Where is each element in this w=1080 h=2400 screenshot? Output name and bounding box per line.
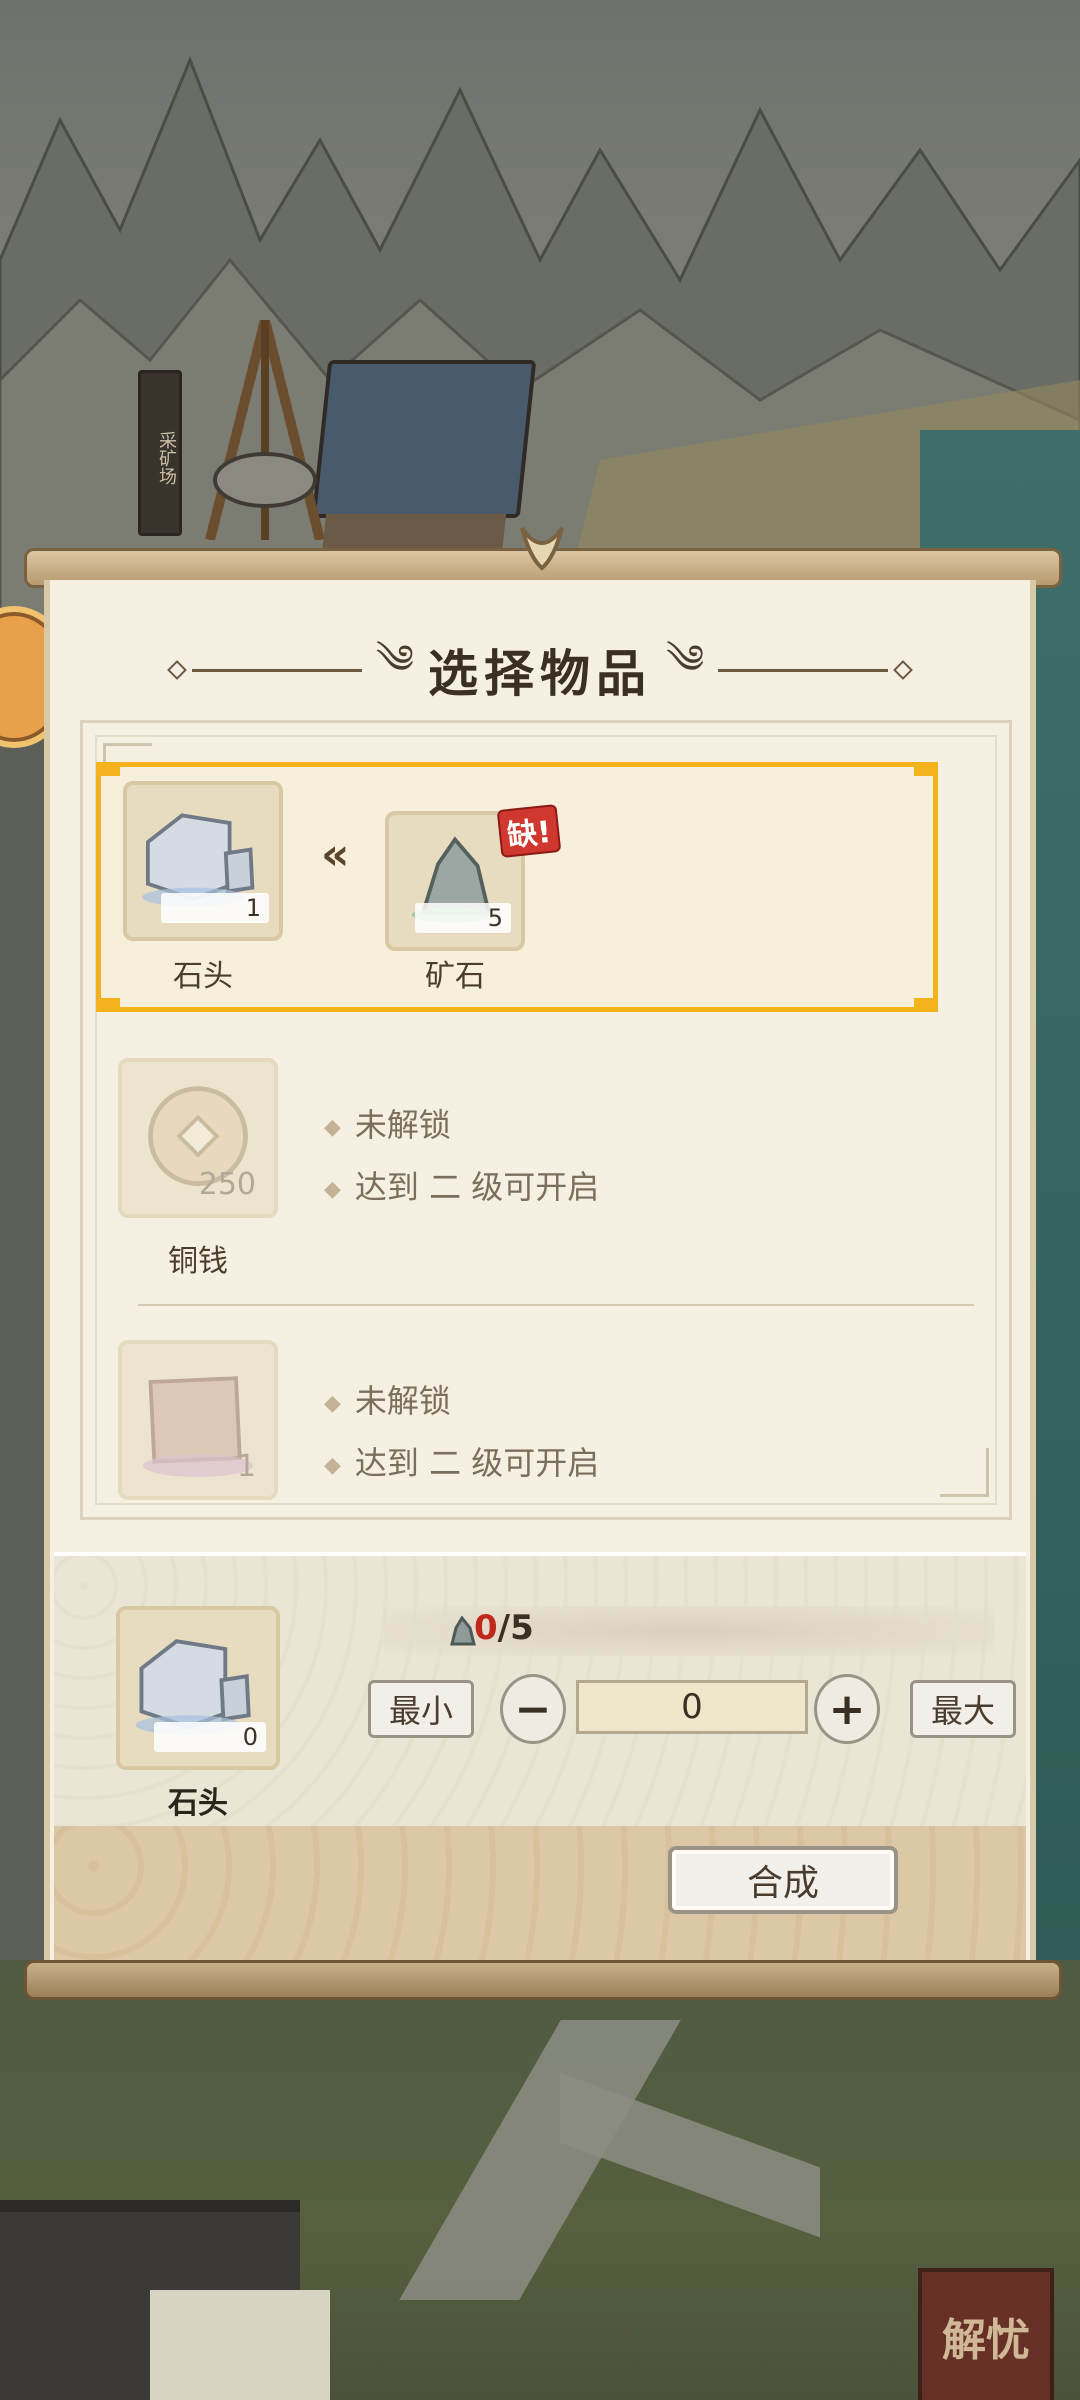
item-count: 0 xyxy=(154,1722,266,1752)
ornament-dot xyxy=(166,660,187,680)
item-count: 1 xyxy=(236,1449,256,1484)
locked-status: ◆ 未解锁 xyxy=(324,1376,451,1422)
unlock-requirement: ◆ 达到 二 级可开启 xyxy=(324,1162,599,1208)
mine-tripod[interactable] xyxy=(200,320,330,540)
seal-stamp-icon[interactable]: 解忧 xyxy=(918,2268,1054,2400)
plus-button[interactable]: + xyxy=(814,1674,880,1744)
selection-corner xyxy=(914,998,938,1012)
unlock-requirement-text: 达到 二 级可开启 xyxy=(354,1168,600,1206)
action-bar: 合成 xyxy=(54,1826,1026,1960)
locked-status-text: 未解锁 xyxy=(354,1106,451,1144)
item-slot-copper-coin: 250 xyxy=(118,1058,278,1218)
locked-status: ◆ 未解锁 xyxy=(324,1100,451,1146)
item-name: 矿石 xyxy=(425,959,485,994)
village-building-wall xyxy=(150,2290,330,2400)
selected-item-name: 石头 xyxy=(168,1786,228,1821)
item-name: 石头 xyxy=(173,959,233,994)
minus-button[interactable]: − xyxy=(500,1674,566,1744)
selected-item-slot: 0 xyxy=(116,1606,280,1770)
select-item-dialog: ༄ 选择物品 ༄ 1 石头 « 5 缺! 矿石 250 铜钱 ◆ 未解锁 ◆ 达… xyxy=(44,580,1036,1966)
ornament-dot xyxy=(893,660,914,680)
compose-button[interactable]: 合成 xyxy=(668,1846,898,1914)
dialog-title: 选择物品 xyxy=(428,645,652,703)
recipe-row-copper-coin[interactable]: 250 铜钱 ◆ 未解锁 ◆ 达到 二 级可开启 xyxy=(106,1058,948,1288)
item-count: 5 xyxy=(415,903,511,933)
lack-badge: 缺! xyxy=(496,804,562,858)
locked-status-text: 未解锁 xyxy=(354,1382,451,1420)
material-have: 0 xyxy=(474,1608,498,1648)
cloud-ornament-icon: ༄ xyxy=(666,636,705,683)
dialog-header: ༄ 选择物品 ༄ xyxy=(50,630,1030,710)
unlock-requirement: ◆ 达到 二 级可开启 xyxy=(324,1438,599,1484)
diamond-bullet-icon: ◆ xyxy=(324,1390,341,1416)
max-button[interactable]: 最大 xyxy=(910,1680,1016,1738)
item-count: 250 xyxy=(198,1167,256,1202)
recipe-row-stone[interactable]: 1 石头 « 5 缺! 矿石 xyxy=(96,762,938,1012)
item-name: 铜钱 xyxy=(168,1244,228,1279)
ore-icon xyxy=(450,1616,476,1646)
selection-corner xyxy=(96,998,120,1012)
item-count: 1 xyxy=(161,893,269,923)
min-button[interactable]: 最小 xyxy=(368,1680,474,1738)
recipe-row-brick[interactable]: 1 ◆ 未解锁 ◆ 达到 二 级可开启 xyxy=(106,1340,948,1508)
diamond-bullet-icon: ◆ xyxy=(324,1176,341,1202)
list-divider xyxy=(138,1304,974,1306)
material-count: 0/5 xyxy=(474,1608,534,1648)
unlock-requirement-text: 达到 二 级可开启 xyxy=(354,1444,600,1482)
material-need: 5 xyxy=(510,1608,534,1648)
selection-corner xyxy=(914,762,938,776)
ornament-line xyxy=(191,668,362,672)
item-slot-brick: 1 xyxy=(118,1340,278,1500)
diamond-bullet-icon: ◆ xyxy=(324,1114,341,1140)
arrow-left-icon: « xyxy=(321,829,350,880)
diamond-bullet-icon: ◆ xyxy=(324,1452,341,1478)
cloud-ornament-icon: ༄ xyxy=(375,636,414,683)
selection-corner xyxy=(96,762,120,776)
item-slot-stone[interactable]: 1 xyxy=(123,781,283,941)
craft-controls: 0 石头 0/5 最小 − 0 + 最大 xyxy=(54,1552,1026,1826)
mine-hut[interactable] xyxy=(311,360,537,518)
quantity-input[interactable]: 0 xyxy=(576,1680,808,1734)
ornament-line xyxy=(718,668,889,672)
mine-sign: 采矿场 xyxy=(138,370,182,536)
scroll-knot-icon xyxy=(520,526,564,571)
material-separator: / xyxy=(497,1608,511,1648)
scroll-rod-bottom xyxy=(24,1960,1062,2000)
